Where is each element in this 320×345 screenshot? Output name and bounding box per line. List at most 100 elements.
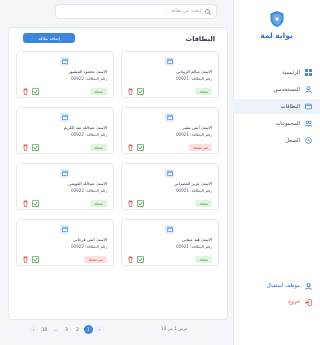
search-input[interactable]: ابحث عن بطاقة ... <box>165 9 201 14</box>
trash-icon[interactable] <box>127 200 134 207</box>
trash-icon[interactable] <box>22 144 29 151</box>
card-number: رقم البطاقة: 00922 <box>70 244 107 249</box>
status-badge: مفعلة <box>195 200 212 207</box>
logout-label: خروج <box>288 299 300 305</box>
sidebar-item-label: الرئيسية <box>282 69 300 76</box>
status-label: مفعلة <box>94 201 103 206</box>
sidebar-item-cards[interactable]: البطاقات <box>233 99 320 114</box>
card-item[interactable]: الاسم: سالم الزيداني رقم البطاقة: 00921 مف… <box>121 51 219 98</box>
card-number: رقم البطاقة: 00922 <box>70 188 107 193</box>
card-icon <box>165 57 174 66</box>
card-icon <box>165 225 174 234</box>
sidebar-footer: موظف استقبال خروج <box>233 278 320 310</box>
status-label: مفعلة <box>94 89 103 94</box>
page-button[interactable]: 10 <box>40 325 49 334</box>
card-number: رقم البطاقة: 00922 <box>70 76 107 81</box>
page-button-current[interactable]: 1 <box>84 324 93 334</box>
card-icon <box>165 113 174 122</box>
card-number: رقم البطاقة: 00921 <box>175 132 212 137</box>
card-number: رقم البطاقة: 00921 <box>175 244 212 249</box>
status-label: مفعلة <box>199 257 208 262</box>
card-item[interactable]: الاسم: عزيز المصراتي رقم البطاقة: 00921 مف… <box>121 163 219 210</box>
sidebar-item-label: البطاقات <box>280 103 300 110</box>
status-label: مفعلة <box>199 201 208 206</box>
card-holder-name: الاسم: عبدالله عبد الكريم <box>63 125 107 130</box>
next-page-button[interactable]: › <box>95 324 104 334</box>
add-card-button[interactable]: إضافة بطاقة <box>23 33 75 43</box>
sidebar-item-groups[interactable]: المجموعات <box>233 116 320 131</box>
card-item[interactable]: الاسم: هند عيتاني رقم البطاقة: 00921 مفعلة <box>121 219 219 266</box>
groups-icon <box>305 120 312 127</box>
card-icon <box>165 169 174 178</box>
status-label: غير مفعلة <box>193 145 208 150</box>
search-box[interactable]: ابحث عن بطاقة ... <box>55 4 217 19</box>
card-icon <box>60 225 69 234</box>
current-user[interactable]: موظف استقبال <box>233 278 320 294</box>
card-holder-name: الاسم: محمود المنصور <box>68 69 107 74</box>
status-badge: مفعلة <box>195 88 212 95</box>
sidebar-item-label: المجموعات <box>275 120 300 127</box>
shield-logo-icon <box>270 11 283 27</box>
card-holder-name: الاسم: عبدالله القويمي <box>68 181 107 186</box>
check-icon[interactable] <box>137 88 144 95</box>
card-holder-name: الاسم: أنفي فرجاني <box>73 237 107 242</box>
status-label: مفعلة <box>94 145 103 150</box>
sidebar-item-users[interactable]: المستخدمين <box>233 82 320 97</box>
card-item[interactable]: الاسم: عبدالله القويمي رقم البطاقة: 00922… <box>16 163 114 210</box>
sidebar-item-label: السجل <box>285 137 300 144</box>
logout-button[interactable]: خروج <box>233 294 320 310</box>
trash-icon[interactable] <box>127 144 134 151</box>
logout-icon <box>305 298 312 306</box>
user-role-label: موظف استقبال <box>266 283 301 289</box>
app-title: بوابة لمة <box>260 31 293 40</box>
status-badge: مفعلة <box>90 144 107 151</box>
card-icon <box>60 57 69 66</box>
sidebar: بوابة لمة الرئيسية المستخدمين البطاقات ا… <box>233 0 320 345</box>
card-item[interactable]: الاسم: أنفي فرجاني رقم البطاقة: 00922 غير … <box>16 219 114 266</box>
check-icon[interactable] <box>137 144 144 151</box>
pagination-info: عرض 1 من 10 <box>161 326 188 331</box>
card-item[interactable]: الاسم: محمود المنصور رقم البطاقة: 00922 مف… <box>16 51 114 98</box>
sidebar-item-label: المستخدمين <box>273 86 300 93</box>
trash-icon[interactable] <box>22 200 29 207</box>
card-holder-name: الاسم: عزيز المصراتي <box>174 181 212 186</box>
card-holder-name: الاسم: سالم الزيداني <box>176 69 212 74</box>
prev-page-button[interactable]: ‹ <box>29 324 38 334</box>
sidebar-menu: الرئيسية المستخدمين البطاقات المجموعات ا… <box>233 65 320 150</box>
trash-icon[interactable] <box>127 256 134 263</box>
card-item[interactable]: الاسم: عبدالله عبد الكريم رقم البطاقة: 00… <box>16 107 114 154</box>
trash-icon[interactable] <box>22 256 29 263</box>
check-icon[interactable] <box>137 200 144 207</box>
sidebar-item-history[interactable]: السجل <box>233 133 320 148</box>
card-number: رقم البطاقة: 00921 <box>175 76 212 81</box>
trash-icon[interactable] <box>127 88 134 95</box>
status-badge: مفعلة <box>90 88 107 95</box>
card-icon <box>60 113 69 122</box>
page-title: البطاقات <box>185 35 215 43</box>
cards-panel: البطاقات إضافة بطاقة الاسم: سالم الزيدان… <box>8 27 228 334</box>
grid-icon <box>305 69 312 76</box>
sidebar-item-home[interactable]: الرئيسية <box>233 65 320 80</box>
check-icon[interactable] <box>32 88 39 95</box>
page-button[interactable]: 2 <box>73 325 82 334</box>
page-button[interactable]: 3 <box>62 325 71 334</box>
status-badge: مفعلة <box>90 200 107 207</box>
check-icon[interactable] <box>137 256 144 263</box>
card-icon <box>60 169 69 178</box>
trash-icon[interactable] <box>22 88 29 95</box>
check-icon[interactable] <box>32 256 39 263</box>
card-number: رقم البطاقة: 00922 <box>70 132 107 137</box>
card-item[interactable]: الاسم: أيمن بشير رقم البطاقة: 00921 غير مف… <box>121 107 219 154</box>
pagination: ‹ 10 ... 3 2 1 › <box>29 324 104 334</box>
status-badge: غير مفعلة <box>189 144 212 151</box>
card-holder-name: الاسم: هند عيتاني <box>182 237 212 242</box>
card-holder-name: الاسم: أيمن بشير <box>182 125 212 130</box>
search-icon <box>205 8 211 15</box>
page-ellipsis: ... <box>53 326 58 332</box>
check-icon[interactable] <box>32 200 39 207</box>
status-badge: غير مفعلة <box>84 256 107 263</box>
card-number: رقم البطاقة: 00921 <box>175 188 212 193</box>
card-icon <box>305 103 312 110</box>
check-icon[interactable] <box>32 144 39 151</box>
app-logo: بوابة لمة <box>233 10 320 40</box>
